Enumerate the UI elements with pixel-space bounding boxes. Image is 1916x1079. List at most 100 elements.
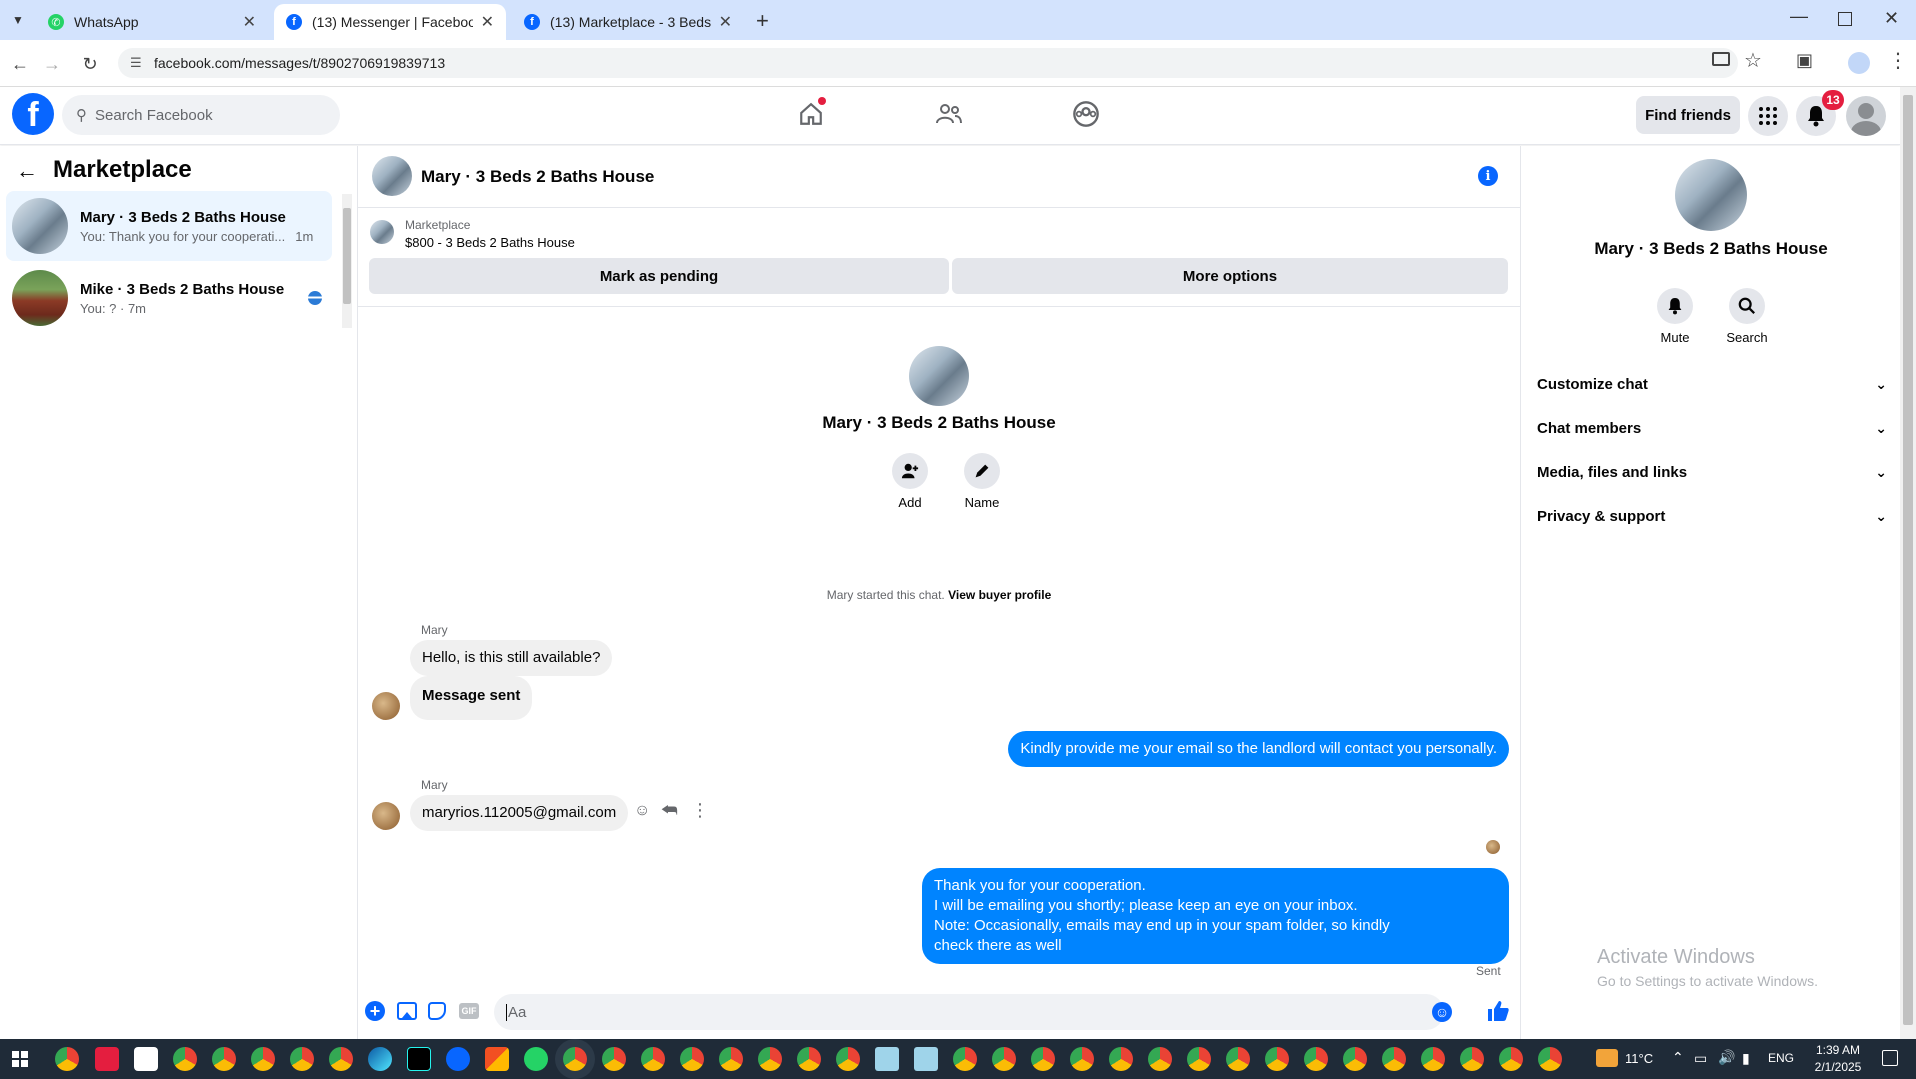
sender-avatar[interactable] [372,692,400,720]
taskbar-chrome-icon[interactable] [836,1047,860,1071]
gif-icon[interactable]: GIF [459,1003,479,1019]
chat-profile-avatar[interactable] [909,346,969,406]
taskbar-chrome-icon[interactable] [992,1047,1016,1071]
conversation-item-mary[interactable]: Mary · 3 Beds 2 Baths House You: Thank y… [6,191,332,261]
taskbar-chrome-icon[interactable] [1031,1047,1055,1071]
friends-icon[interactable] [934,99,964,129]
more-actions-icon[interactable]: ⋮ [691,800,709,821]
media-files-links-section[interactable]: Media, files and links ⌄ [1537,454,1887,490]
taskbar-chrome-icon[interactable] [1460,1047,1484,1071]
outgoing-message[interactable]: Kindly provide me your email so the land… [1008,731,1509,767]
find-friends-button[interactable]: Find friends [1636,96,1740,134]
thumbs-up-icon[interactable] [1486,999,1510,1028]
mute-button[interactable]: Mute [1651,288,1699,345]
sticker-icon[interactable] [428,1002,446,1020]
windows-start-icon[interactable] [12,1051,28,1067]
taskbar-chrome-icon[interactable] [1265,1047,1289,1071]
chat-members-section[interactable]: Chat members ⌄ [1537,410,1887,446]
site-info-icon[interactable]: ☰ [130,55,142,71]
taskbar-chrome-icon[interactable] [1226,1047,1250,1071]
close-window-icon[interactable]: ✕ [1884,8,1899,29]
taskbar-chrome-icon[interactable] [1499,1047,1523,1071]
taskbar-chrome-icon[interactable] [1109,1047,1133,1071]
plus-circle-icon[interactable]: + [365,1001,385,1021]
close-tab-icon[interactable]: ✕ [243,12,256,32]
edit-name-button[interactable]: Name [958,453,1006,510]
bookmark-star-icon[interactable]: ☆ [1744,48,1762,73]
taskbar-notepad-icon[interactable] [914,1047,938,1071]
taskbar-chrome-icon[interactable] [1070,1047,1094,1071]
taskbar-chrome-icon[interactable] [641,1047,665,1071]
browser-menu-icon[interactable]: ⋮ [1888,48,1908,73]
notifications-bell-icon[interactable]: 13 [1796,90,1844,136]
taskbar-chrome-icon[interactable] [1304,1047,1328,1071]
page-scrollbar[interactable] [1900,87,1916,1039]
incoming-message[interactable]: Message sent [410,676,533,720]
taskbar-chrome-icon[interactable] [173,1047,197,1071]
taskbar-chrome-icon[interactable] [290,1047,314,1071]
conversation-item-mike[interactable]: Mike · 3 Beds 2 Baths House You: ? · 7m [6,263,332,333]
close-tab-icon[interactable]: ✕ [719,12,732,32]
taskbar-tiktok-icon[interactable] [407,1047,431,1071]
add-member-button[interactable]: Add [886,453,934,510]
forward-arrow-icon[interactable]: → [38,50,66,78]
taskbar-chrome-icon[interactable] [1343,1047,1367,1071]
search-chat-button[interactable]: Search [1723,288,1771,345]
taskbar-chrome-icon[interactable] [1421,1047,1445,1071]
profile-icon[interactable] [1848,52,1870,74]
battery-icon[interactable]: ▮ [1742,1050,1750,1067]
message-input[interactable]: Aa ☺ [494,994,1452,1030]
taskbar-chrome-icon[interactable] [1382,1047,1406,1071]
url-field[interactable]: ☰ facebook.com/messages/t/89027069198397… [118,48,1738,78]
more-options-button[interactable]: More options [952,258,1508,294]
taskbar-chrome-icon[interactable] [602,1047,626,1071]
taskbar-chrome-icon[interactable] [1148,1047,1172,1071]
extensions-icon[interactable]: ▣ [1796,50,1813,71]
taskbar-chrome-icon[interactable] [1187,1047,1211,1071]
taskbar-chrome-icon[interactable] [758,1047,782,1071]
back-arrow-icon[interactable]: ← [6,50,34,78]
taskbar-chrome-icon[interactable] [953,1047,977,1071]
taskbar-edge-icon[interactable] [368,1047,392,1071]
taskbar-chrome-icon[interactable] [212,1047,236,1071]
volume-icon[interactable]: 🔊 [1718,1049,1735,1066]
incoming-message[interactable]: maryrios.112005@gmail.com [410,795,629,831]
minimize-icon[interactable]: — [1790,6,1808,27]
home-icon[interactable] [796,97,826,129]
back-arrow-icon[interactable]: ← [16,158,38,184]
incoming-message[interactable]: Hello, is this still available? [410,640,613,676]
info-icon[interactable]: i [1478,166,1498,186]
facebook-search-input[interactable]: ⚲ Search Facebook [62,95,340,135]
tab-search-dropdown-icon[interactable]: ▼ [8,10,28,30]
sender-avatar[interactable] [372,802,400,830]
install-app-icon[interactable] [1712,52,1730,66]
customize-chat-section[interactable]: Customize chat ⌄ [1537,366,1887,402]
taskbar-capcut-icon[interactable] [134,1047,158,1071]
tab-messenger[interactable]: f (13) Messenger | Facebook ✕ [274,4,506,40]
tab-marketplace[interactable]: f (13) Marketplace - 3 Beds 2 Bat ✕ [512,4,744,40]
account-avatar[interactable] [1846,96,1886,136]
taskbar-chrome-active-icon[interactable] [563,1047,587,1071]
restore-icon[interactable] [1838,12,1852,26]
taskbar-chrome-icon[interactable] [55,1047,79,1071]
language-indicator[interactable]: ENG [1768,1051,1794,1065]
reload-icon[interactable]: ↻ [76,50,104,78]
emoji-icon[interactable]: ☺ [1432,1002,1452,1022]
close-tab-icon[interactable]: ✕ [481,12,494,32]
tab-whatsapp[interactable]: ✆ WhatsApp ✕ [36,4,268,40]
privacy-support-section[interactable]: Privacy & support ⌄ [1537,498,1887,534]
taskbar-chrome-icon[interactable] [797,1047,821,1071]
taskbar-whatsapp-icon[interactable] [524,1047,548,1071]
clock[interactable]: 1:39 AM 2/1/2025 [1806,1042,1870,1076]
weather-icon[interactable] [1596,1049,1618,1067]
react-smiley-icon[interactable]: ☺ [634,802,650,820]
facebook-logo-icon[interactable]: f [12,93,54,135]
details-avatar[interactable] [1675,159,1747,231]
tray-chevron-up-icon[interactable]: ⌃ [1672,1049,1684,1066]
view-buyer-profile-link[interactable]: View buyer profile [948,588,1051,602]
photo-icon[interactable] [397,1002,417,1020]
network-icon[interactable]: ▭ [1694,1050,1707,1067]
chat-title[interactable]: Mary · 3 Beds 2 Baths House [421,167,654,187]
taskbar-chrome-icon[interactable] [329,1047,353,1071]
taskbar-facebook-icon[interactable] [446,1047,470,1071]
